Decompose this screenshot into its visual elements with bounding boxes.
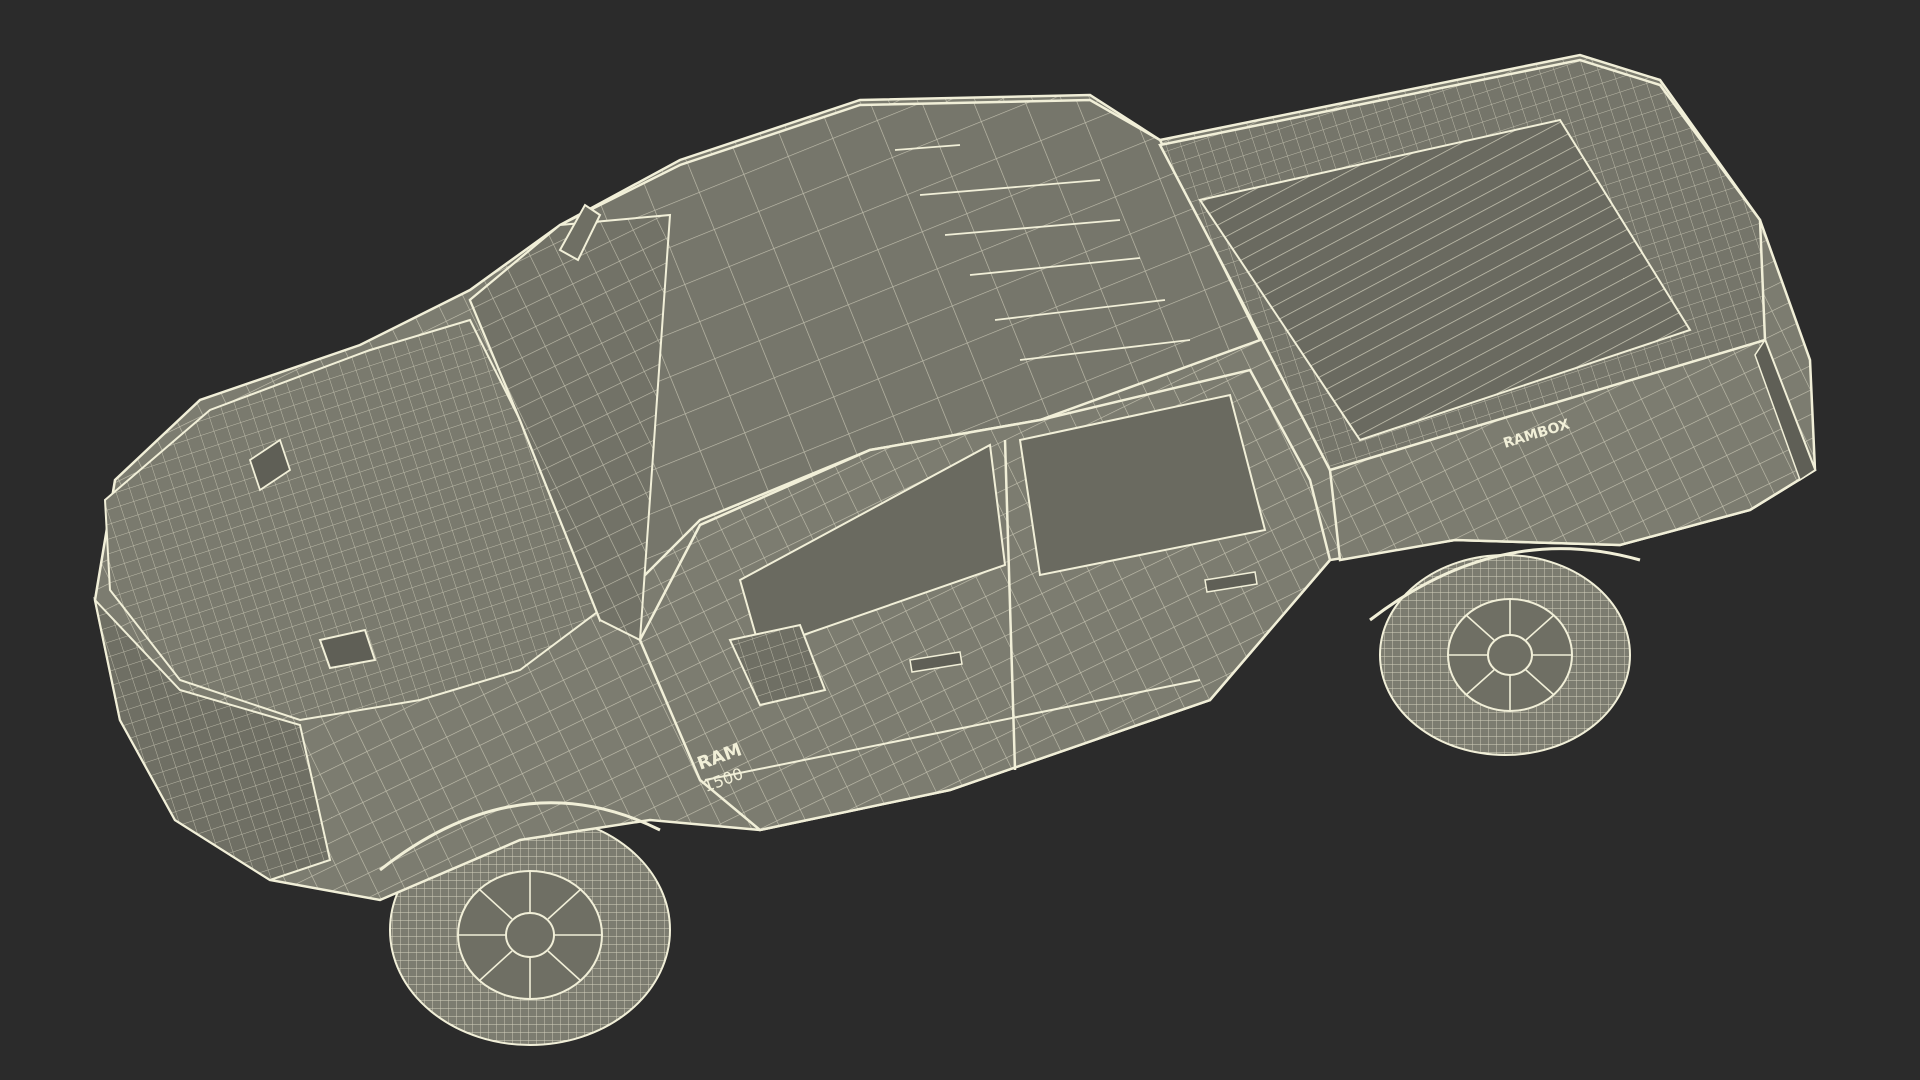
- wireframe-viewport: RAM 1500 RAMBOX: [0, 0, 1920, 1080]
- rear-wheel: [1379, 554, 1631, 756]
- truck-render: RAM 1500 RAMBOX: [93, 53, 1817, 1046]
